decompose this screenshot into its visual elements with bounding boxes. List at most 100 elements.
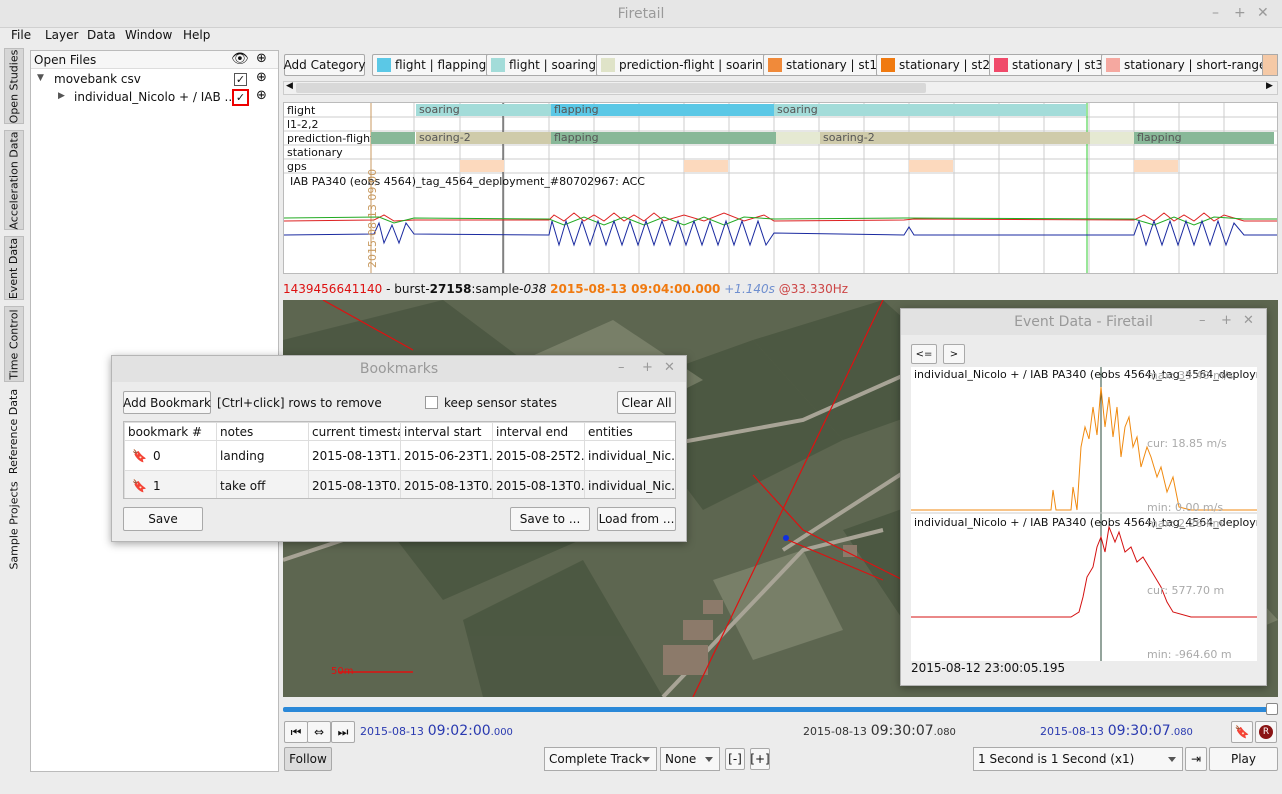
child-visible-checkbox[interactable]: ✓ [232, 89, 249, 106]
category-chip[interactable]: stationary | st2 [876, 54, 995, 76]
zoom-out-button[interactable]: [-] [725, 748, 745, 770]
tab-acceleration-data[interactable]: Acceleration Data [4, 130, 24, 230]
title-bar: Firetail – + ✕ [0, 0, 1282, 28]
acc-title: IAB PA340 (eobs 4564)_tag_4564_deploymen… [290, 175, 645, 188]
clear-all-button[interactable]: Clear All [617, 391, 676, 414]
close-icon[interactable]: ✕ [664, 360, 675, 375]
minimize-icon[interactable]: – [1212, 5, 1219, 21]
play-button[interactable]: Play [1209, 747, 1278, 771]
event-top-cur: cur: 18.85 m/s [1147, 437, 1227, 450]
col-interval-end[interactable]: interval end [492, 422, 585, 441]
row-label-stationary: stationary [287, 146, 343, 159]
event-top-min: min: 0.00 m/s [1147, 501, 1224, 514]
segment-flapping[interactable]: flapping [551, 132, 776, 144]
maximize-icon[interactable]: + [642, 360, 653, 375]
eye-icon[interactable]: 👁 [231, 51, 249, 67]
scroll-right-icon[interactable]: ▶ [1266, 81, 1273, 91]
tab-event-data[interactable]: Event Data [4, 236, 24, 300]
menu-window[interactable]: Window [125, 28, 172, 42]
zoom-icon[interactable]: ⊕ [256, 51, 267, 66]
slider-track [283, 707, 1278, 712]
segment-block[interactable] [776, 132, 820, 144]
col-interval-start[interactable]: interval start [400, 422, 493, 441]
status-line: 1439456641140 - burst-27158:sample-038 2… [283, 282, 849, 296]
maximize-icon[interactable]: + [1221, 313, 1232, 328]
category-chip[interactable]: flight | soaring [486, 54, 601, 76]
maximize-icon[interactable]: + [1234, 5, 1246, 21]
minimize-icon[interactable]: – [1199, 313, 1206, 328]
toolbar-scrollbar[interactable]: ◀ ▶ [283, 81, 1278, 95]
segment-flapping[interactable]: flapping [551, 104, 774, 116]
segment-block[interactable] [1090, 132, 1134, 144]
category-chip[interactable]: stationary | short-range [1101, 54, 1272, 76]
jump-end-button[interactable]: ⏭ [331, 721, 355, 743]
bookmark-button[interactable]: 🔖 [1231, 721, 1253, 743]
side-tab-bar: Open Studies Acceleration Data Event Dat… [0, 48, 26, 794]
category-chip[interactable]: flight | flapping [372, 54, 492, 76]
swatch [377, 58, 391, 72]
track-select[interactable]: Complete Track [544, 747, 657, 771]
col-current-timestamp[interactable]: current timestamp [308, 422, 401, 441]
root-visible-checkbox[interactable]: ✓ [234, 73, 247, 86]
bracket-minus-icon: [-] [728, 752, 742, 766]
menu-layer[interactable]: Layer [45, 28, 78, 42]
slider-handle[interactable] [1266, 703, 1278, 715]
expand-arrow-icon[interactable]: ▼ [37, 73, 44, 83]
category-chip[interactable]: stationary | st3 [989, 54, 1108, 76]
add-category-button[interactable]: Add Category [284, 54, 365, 76]
scrollbar-thumb[interactable] [296, 83, 926, 93]
category-chip[interactable]: prediction-flight | soaring [596, 54, 776, 76]
segment-flapping[interactable]: flapping [1134, 132, 1274, 144]
keep-sensor-states-checkbox[interactable] [425, 396, 438, 409]
root-zoom-icon[interactable]: ⊕ [256, 70, 267, 85]
prev-event-button[interactable]: <= [911, 344, 937, 364]
time-slider[interactable] [283, 703, 1278, 716]
bookmarks-title: Bookmarks [112, 356, 686, 382]
menu-help[interactable]: Help [183, 28, 210, 42]
scroll-left-icon[interactable]: ◀ [286, 81, 293, 91]
event-plot-lines [911, 367, 1257, 661]
row-label-flight: flight [287, 104, 316, 117]
load-from-button[interactable]: Load from ... [597, 507, 676, 531]
menu-file[interactable]: File [11, 28, 31, 42]
file-root[interactable]: movebank csv [54, 72, 141, 86]
col-entities[interactable]: entities [584, 422, 675, 441]
timeline-panel[interactable]: flight l1-2,2 prediction-flight stationa… [283, 102, 1278, 274]
segment-soaring-2[interactable]: soaring-2 [416, 132, 551, 144]
menu-data[interactable]: Data [87, 28, 116, 42]
segment-soaring-2[interactable]: soaring-2 [820, 132, 1090, 144]
minimize-icon[interactable]: – [618, 360, 625, 375]
save-to-button[interactable]: Save to ... [510, 507, 590, 531]
close-icon[interactable]: ✕ [1243, 313, 1254, 328]
none-select[interactable]: None [660, 747, 720, 771]
segment-soaring[interactable]: soaring [774, 104, 1086, 116]
tab-open-studies[interactable]: Open Studies [4, 48, 24, 124]
save-button[interactable]: Save [123, 507, 203, 531]
table-row[interactable]: 🔖 1 take off 2015-08-13T0... 2015-08-13T0..… [124, 470, 675, 498]
collapse-arrow-icon[interactable]: ▶ [58, 91, 65, 101]
zoom-in-button[interactable]: [+] [750, 748, 770, 770]
fit-range-button[interactable]: ⇔ [307, 721, 331, 743]
next-event-button[interactable]: > [943, 344, 965, 364]
col-bookmark[interactable]: bookmark # [124, 422, 217, 441]
category-chip[interactable]: stationary | st1 [763, 54, 882, 76]
tab-sample-projects[interactable]: Sample Projects [4, 480, 24, 570]
record-button[interactable]: R [1255, 721, 1277, 743]
close-icon[interactable]: ✕ [1257, 5, 1269, 21]
child-zoom-icon[interactable]: ⊕ [256, 88, 267, 103]
file-child[interactable]: individual_Nicolo + / IAB ... [74, 90, 236, 104]
follow-button[interactable]: Follow [284, 747, 332, 771]
event-bottom-cur: cur: 577.70 m [1147, 584, 1225, 597]
step-button[interactable]: ⇥ [1185, 747, 1207, 771]
col-notes[interactable]: notes [216, 422, 309, 441]
add-bookmark-button[interactable]: Add Bookmark [123, 391, 211, 414]
tab-time-control[interactable]: Time Control [4, 306, 24, 382]
timeline-grid [284, 103, 1277, 273]
table-row[interactable]: 🔖 0 landing 2015-08-13T1... 2015-06-23T1...… [124, 440, 675, 471]
event-timestamp: 2015-08-12 23:00:05.195 [911, 661, 1066, 675]
jump-start-button[interactable]: ⏮ [284, 721, 308, 743]
segment-soaring[interactable]: soaring [416, 104, 551, 116]
speed-select[interactable]: 1 Second is 1 Second (x1) [973, 747, 1183, 771]
tab-reference-data[interactable]: Reference Data [4, 386, 24, 476]
segment-block[interactable] [371, 132, 415, 144]
